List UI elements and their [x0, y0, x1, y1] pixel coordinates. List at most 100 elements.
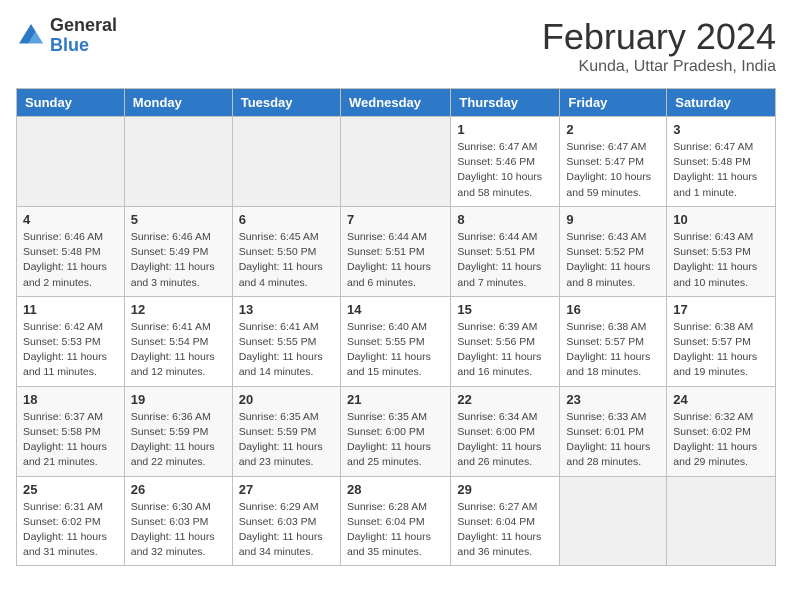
calendar-cell: 10Sunrise: 6:43 AM Sunset: 5:53 PM Dayli…	[667, 206, 776, 296]
day-number: 23	[566, 392, 660, 407]
day-number: 5	[131, 212, 226, 227]
col-header-friday: Friday	[560, 89, 667, 117]
calendar-cell: 26 Sunrise: 6:30 AM Sunset: 6:03 PM Dayli…	[124, 476, 232, 566]
day-info: Sunrise: 6:33 AM Sunset: 6:01 PM Dayligh…	[566, 410, 660, 471]
day-number: 6	[239, 212, 334, 227]
day-info: Sunrise: 6:42 AM Sunset: 5:53 PM Dayligh…	[23, 320, 118, 381]
day-number: 22	[457, 392, 553, 407]
calendar-cell: 1 Sunrise: 6:47 AM Sunset: 5:46 PM Daylig…	[451, 117, 560, 207]
day-number: 3	[673, 122, 769, 137]
col-header-tuesday: Tuesday	[232, 89, 340, 117]
calendar-cell: 19 Sunrise: 6:36 AM Sunset: 5:59 PM Dayli…	[124, 386, 232, 476]
calendar-week-row: 25Sunrise: 6:31 AM Sunset: 6:02 PM Dayli…	[17, 476, 776, 566]
calendar-week-row: 4 Sunrise: 6:46 AM Sunset: 5:48 PM Daylig…	[17, 206, 776, 296]
col-header-thursday: Thursday	[451, 89, 560, 117]
location-title: Kunda, Uttar Pradesh, India	[542, 58, 776, 76]
title-area: February 2024 Kunda, Uttar Pradesh, Indi…	[542, 16, 776, 76]
day-number: 27	[239, 482, 334, 497]
calendar-week-row: 11 Sunrise: 6:42 AM Sunset: 5:53 PM Dayli…	[17, 296, 776, 386]
day-number: 20	[239, 392, 334, 407]
day-info: Sunrise: 6:35 AM Sunset: 6:00 PM Dayligh…	[347, 410, 444, 471]
calendar-cell: 23 Sunrise: 6:33 AM Sunset: 6:01 PM Dayli…	[560, 386, 667, 476]
day-number: 25	[23, 482, 118, 497]
day-number: 21	[347, 392, 444, 407]
day-info: Sunrise: 6:27 AM Sunset: 6:04 PM Dayligh…	[457, 500, 553, 561]
col-header-wednesday: Wednesday	[340, 89, 450, 117]
day-number: 14	[347, 302, 444, 317]
logo-icon	[16, 21, 46, 51]
calendar-cell: 24Sunrise: 6:32 AM Sunset: 6:02 PM Dayli…	[667, 386, 776, 476]
month-title: February 2024	[542, 16, 776, 58]
col-header-saturday: Saturday	[667, 89, 776, 117]
day-number: 29	[457, 482, 553, 497]
day-info: Sunrise: 6:47 AM Sunset: 5:46 PM Dayligh…	[457, 140, 553, 201]
day-number: 1	[457, 122, 553, 137]
calendar-cell: 22 Sunrise: 6:34 AM Sunset: 6:00 PM Dayli…	[451, 386, 560, 476]
calendar-cell: 11 Sunrise: 6:42 AM Sunset: 5:53 PM Dayli…	[17, 296, 125, 386]
day-number: 4	[23, 212, 118, 227]
day-info: Sunrise: 6:45 AM Sunset: 5:50 PM Dayligh…	[239, 230, 334, 291]
calendar-cell: 29 Sunrise: 6:27 AM Sunset: 6:04 PM Dayli…	[451, 476, 560, 566]
day-number: 19	[131, 392, 226, 407]
calendar-cell: 15 Sunrise: 6:39 AM Sunset: 5:56 PM Dayli…	[451, 296, 560, 386]
day-info: Sunrise: 6:37 AM Sunset: 5:58 PM Dayligh…	[23, 410, 118, 471]
calendar-cell: 7 Sunrise: 6:44 AM Sunset: 5:51 PM Daylig…	[340, 206, 450, 296]
day-info: Sunrise: 6:39 AM Sunset: 5:56 PM Dayligh…	[457, 320, 553, 381]
day-number: 8	[457, 212, 553, 227]
day-info: Sunrise: 6:44 AM Sunset: 5:51 PM Dayligh…	[457, 230, 553, 291]
calendar-cell	[124, 117, 232, 207]
day-info: Sunrise: 6:38 AM Sunset: 5:57 PM Dayligh…	[673, 320, 769, 381]
day-info: Sunrise: 6:34 AM Sunset: 6:00 PM Dayligh…	[457, 410, 553, 471]
calendar-cell: 9 Sunrise: 6:43 AM Sunset: 5:52 PM Daylig…	[560, 206, 667, 296]
calendar-cell: 16 Sunrise: 6:38 AM Sunset: 5:57 PM Dayli…	[560, 296, 667, 386]
calendar-cell: 28Sunrise: 6:28 AM Sunset: 6:04 PM Dayli…	[340, 476, 450, 566]
day-info: Sunrise: 6:29 AM Sunset: 6:03 PM Dayligh…	[239, 500, 334, 561]
calendar-cell: 2 Sunrise: 6:47 AM Sunset: 5:47 PM Daylig…	[560, 117, 667, 207]
day-info: Sunrise: 6:44 AM Sunset: 5:51 PM Dayligh…	[347, 230, 444, 291]
calendar-week-row: 1 Sunrise: 6:47 AM Sunset: 5:46 PM Daylig…	[17, 117, 776, 207]
col-header-sunday: Sunday	[17, 89, 125, 117]
calendar-cell: 5 Sunrise: 6:46 AM Sunset: 5:49 PM Daylig…	[124, 206, 232, 296]
calendar-week-row: 18 Sunrise: 6:37 AM Sunset: 5:58 PM Dayli…	[17, 386, 776, 476]
logo-general-text: General	[50, 16, 117, 36]
calendar-cell: 27 Sunrise: 6:29 AM Sunset: 6:03 PM Dayli…	[232, 476, 340, 566]
day-info: Sunrise: 6:30 AM Sunset: 6:03 PM Dayligh…	[131, 500, 226, 561]
calendar-cell: 18 Sunrise: 6:37 AM Sunset: 5:58 PM Dayli…	[17, 386, 125, 476]
day-info: Sunrise: 6:41 AM Sunset: 5:54 PM Dayligh…	[131, 320, 226, 381]
day-number: 26	[131, 482, 226, 497]
col-header-monday: Monday	[124, 89, 232, 117]
day-number: 11	[23, 302, 118, 317]
day-info: Sunrise: 6:46 AM Sunset: 5:49 PM Dayligh…	[131, 230, 226, 291]
day-number: 10	[673, 212, 769, 227]
day-number: 24	[673, 392, 769, 407]
calendar-cell	[17, 117, 125, 207]
day-number: 16	[566, 302, 660, 317]
logo-blue-text: Blue	[50, 36, 117, 56]
day-info: Sunrise: 6:47 AM Sunset: 5:47 PM Dayligh…	[566, 140, 660, 201]
day-info: Sunrise: 6:41 AM Sunset: 5:55 PM Dayligh…	[239, 320, 334, 381]
day-info: Sunrise: 6:40 AM Sunset: 5:55 PM Dayligh…	[347, 320, 444, 381]
calendar-cell: 3 Sunrise: 6:47 AM Sunset: 5:48 PM Daylig…	[667, 117, 776, 207]
day-number: 15	[457, 302, 553, 317]
calendar-cell: 14 Sunrise: 6:40 AM Sunset: 5:55 PM Dayli…	[340, 296, 450, 386]
day-number: 13	[239, 302, 334, 317]
day-info: Sunrise: 6:47 AM Sunset: 5:48 PM Dayligh…	[673, 140, 769, 201]
calendar-cell: 8 Sunrise: 6:44 AM Sunset: 5:51 PM Daylig…	[451, 206, 560, 296]
day-number: 2	[566, 122, 660, 137]
day-info: Sunrise: 6:43 AM Sunset: 5:52 PM Dayligh…	[566, 230, 660, 291]
logo: General Blue	[16, 16, 117, 56]
day-info: Sunrise: 6:46 AM Sunset: 5:48 PM Dayligh…	[23, 230, 118, 291]
calendar-cell: 6 Sunrise: 6:45 AM Sunset: 5:50 PM Daylig…	[232, 206, 340, 296]
day-number: 7	[347, 212, 444, 227]
day-info: Sunrise: 6:36 AM Sunset: 5:59 PM Dayligh…	[131, 410, 226, 471]
logo-text: General Blue	[50, 16, 117, 56]
day-number: 17	[673, 302, 769, 317]
header: General Blue February 2024 Kunda, Uttar …	[16, 16, 776, 76]
calendar-cell: 13 Sunrise: 6:41 AM Sunset: 5:55 PM Dayli…	[232, 296, 340, 386]
calendar-cell	[340, 117, 450, 207]
day-number: 9	[566, 212, 660, 227]
calendar-cell: 21 Sunrise: 6:35 AM Sunset: 6:00 PM Dayli…	[340, 386, 450, 476]
day-info: Sunrise: 6:38 AM Sunset: 5:57 PM Dayligh…	[566, 320, 660, 381]
day-number: 28	[347, 482, 444, 497]
day-number: 18	[23, 392, 118, 407]
